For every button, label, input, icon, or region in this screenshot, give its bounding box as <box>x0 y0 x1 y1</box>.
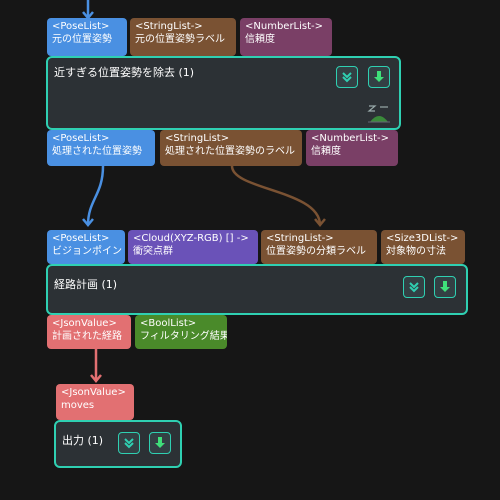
input-port-confidence[interactable]: <NumberList-> 信頼度 <box>240 18 332 56</box>
download-arrow-icon <box>374 71 384 82</box>
wire-label-to-classification <box>230 165 322 226</box>
input-port-vision-point[interactable]: <PoseList> ビジョンポイント <box>47 230 125 264</box>
collapse-button[interactable] <box>403 276 425 298</box>
input-port-moves[interactable]: <JsonValue> moves <box>56 384 134 420</box>
node-output[interactable]: 出力 (1) <box>54 420 182 468</box>
input-port-classification-label[interactable]: <StringList-> 位置姿勢の分類ラベル <box>261 230 377 264</box>
output-port-planned-path[interactable]: <JsonValue> 計画された経路 <box>47 315 131 349</box>
download-button[interactable] <box>149 432 171 454</box>
output-port-confidence[interactable]: <NumberList-> 信頼度 <box>306 130 398 166</box>
input-port-collision-cloud[interactable]: <Cloud(XYZ-RGB) [] -> 衝突点群 <box>128 230 258 264</box>
node-title: 出力 (1) <box>62 434 104 447</box>
node-title: 経路計画 (1) <box>54 278 118 291</box>
download-button[interactable] <box>368 66 390 88</box>
collapse-button[interactable] <box>118 432 140 454</box>
download-arrow-icon <box>155 437 165 448</box>
download-button[interactable] <box>434 276 456 298</box>
node-remove-close-poses[interactable]: 近すぎる位置姿勢を除去 (1) <box>46 56 401 130</box>
input-port-string-label[interactable]: <StringList-> 元の位置姿勢ラベル <box>130 18 236 56</box>
collapse-button[interactable] <box>336 66 358 88</box>
node-title: 近すぎる位置姿勢を除去 (1) <box>54 66 195 79</box>
sleeping-node-icon <box>367 105 390 123</box>
input-port-object-size[interactable]: <Size3DList-> 対象物の寸法 <box>381 230 465 264</box>
output-port-processed-label[interactable]: <StringList> 処理された位置姿勢のラベル <box>160 130 302 166</box>
output-port-filter-result[interactable]: <BoolList> フィルタリング結果 <box>135 315 227 349</box>
wire-pose-to-vision <box>86 165 105 226</box>
output-port-processed-pose[interactable]: <PoseList> 処理された位置姿勢 <box>47 130 155 166</box>
download-arrow-icon <box>440 281 450 292</box>
input-port-pose[interactable]: <PoseList> 元の位置姿勢 <box>47 18 127 56</box>
chevron-double-down-icon <box>409 282 419 293</box>
node-path-planning[interactable]: 経路計画 (1) <box>46 264 468 315</box>
chevron-double-down-icon <box>124 438 134 449</box>
chevron-double-down-icon <box>342 72 352 83</box>
